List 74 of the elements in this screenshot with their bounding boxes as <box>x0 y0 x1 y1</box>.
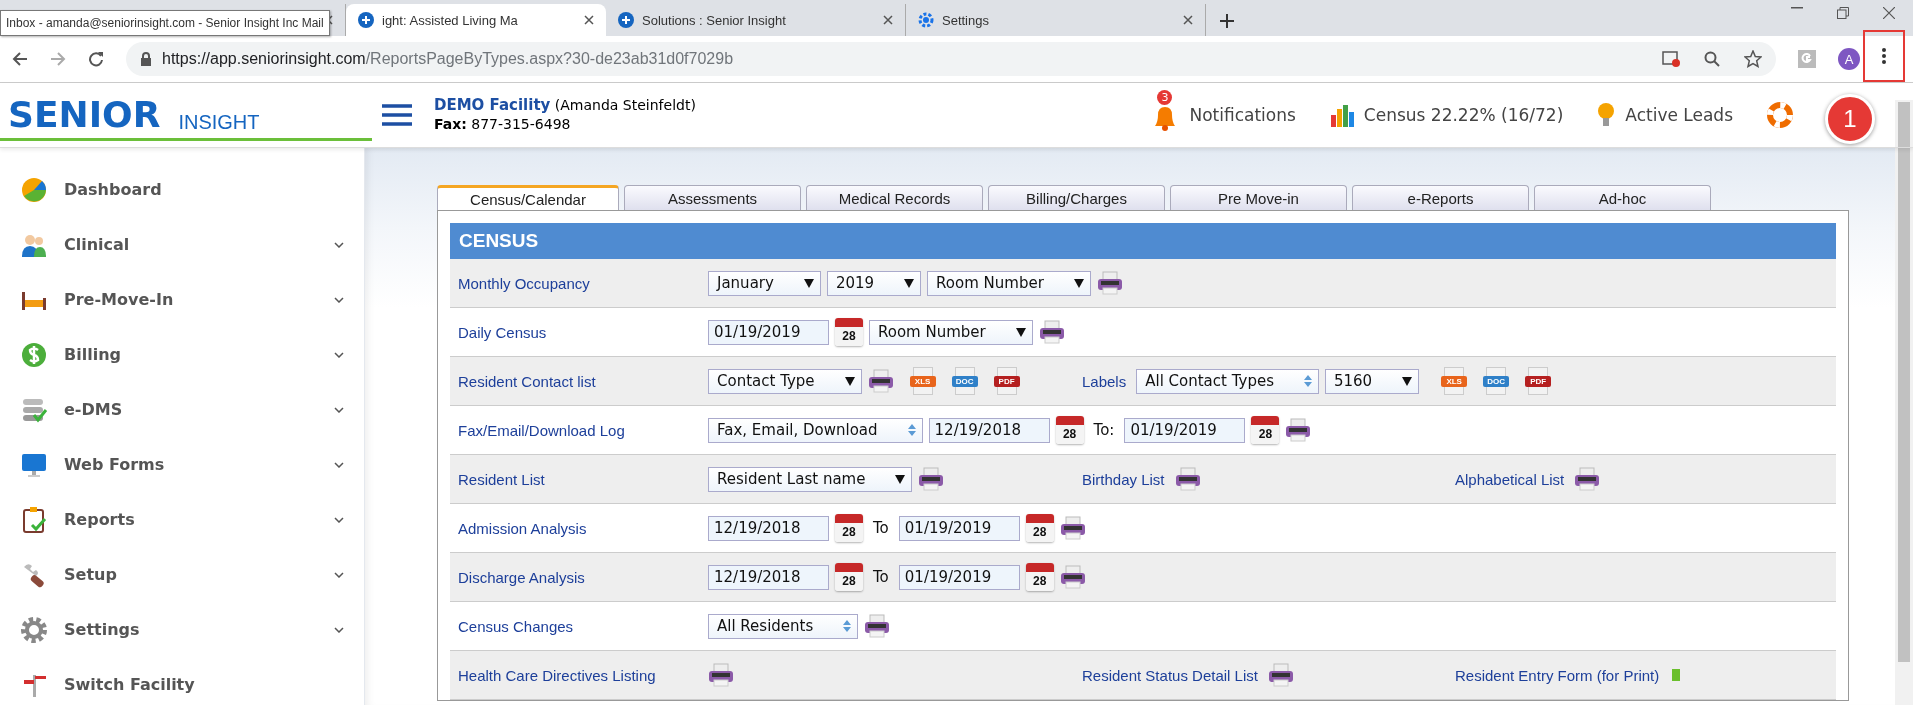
notifications-link[interactable]: Notifications <box>1189 105 1296 125</box>
file-icon[interactable]: PDF <box>993 367 1020 395</box>
report-tab[interactable]: Pre Move-in <box>1170 185 1347 210</box>
dropdown[interactable]: 5160 <box>1324 368 1420 394</box>
profile-avatar[interactable]: A <box>1838 48 1860 70</box>
date-field[interactable]: 01/19/2019 <box>708 319 829 345</box>
dropdown[interactable]: Contact Type <box>708 368 862 394</box>
report-label: Monthly Occupancy <box>457 274 591 292</box>
report-tab[interactable]: Ad-hoc <box>1534 185 1711 210</box>
dropdown[interactable]: All Residents <box>708 613 859 639</box>
dropdown[interactable]: All Contact Types <box>1136 368 1319 394</box>
sidebar-item[interactable]: Settings <box>0 602 364 657</box>
facility-name[interactable]: DEMO Facility <box>434 96 551 114</box>
file-icon[interactable]: DOC <box>1483 367 1510 395</box>
sidebar-item[interactable]: Dashboard <box>0 162 364 217</box>
date-field[interactable]: 12/19/2018 <box>708 564 829 590</box>
date-field[interactable]: 12/19/2018 <box>928 417 1050 443</box>
report-label: Resident List <box>457 470 546 488</box>
url-path: /ReportsPageByTypes.aspx?30-de23ab31d0f7029b <box>365 50 734 67</box>
notification-count: 3 <box>1157 90 1173 105</box>
step-badge: 1 <box>1825 94 1875 144</box>
date-field[interactable]: 01/19/2019 <box>898 564 1020 590</box>
report-tab[interactable]: Billing/Charges <box>988 185 1165 210</box>
report-tab[interactable]: Medical Records <box>806 185 983 210</box>
file-icon[interactable]: DOC <box>951 367 978 395</box>
report-tab[interactable]: Assessments <box>624 185 801 210</box>
to-label: To <box>873 519 889 537</box>
dropdown[interactable]: Room Number <box>927 270 1091 296</box>
sidebar-item[interactable]: Web Forms <box>0 437 364 492</box>
dropdown[interactable]: January <box>708 270 821 296</box>
report-link[interactable]: Resident Status Detail List <box>1082 666 1258 684</box>
dropdown[interactable]: Fax, Email, Download <box>708 417 923 443</box>
dropdown[interactable]: 2019 <box>826 270 922 296</box>
fax-number: Fax: 877-315-6498 <box>434 115 572 134</box>
browser-tab[interactable]: ight: Assisted Living Ma <box>346 4 606 36</box>
census-link[interactable]: Census 22.22% (16/72) <box>1363 105 1564 125</box>
report-label: Admission Analysis <box>457 519 588 537</box>
date-field[interactable]: 01/19/2019 <box>1124 417 1246 443</box>
logo-subtitle: INSIGHT <box>178 111 260 135</box>
sidebar-item[interactable]: Switch Facility <box>0 657 364 705</box>
sidebar-item[interactable]: Reports <box>0 492 364 547</box>
file-icon[interactable]: PDF <box>1525 367 1552 395</box>
to-label: To <box>873 568 889 586</box>
report-link[interactable]: Resident Entry Form (for Print) <box>1455 666 1660 684</box>
sidebar-item[interactable]: Clinical <box>0 217 364 272</box>
report-tab[interactable]: e-Reports <box>1352 185 1529 210</box>
browser-tab[interactable]: Settings <box>906 4 1206 36</box>
report-label: Health Care Directives Listing <box>457 666 657 684</box>
sidebar-item[interactable]: Billing <box>0 327 364 382</box>
address-bar[interactable]: https://app.seniorinsight.com/ReportsPageByTypes.aspx?30-de23ab31d0f7029b <box>126 42 1776 76</box>
to-label: To: <box>1093 421 1115 439</box>
date-field[interactable]: 01/19/2019 <box>898 515 1020 541</box>
url-origin: https://app.seniorinsight.com <box>162 50 366 67</box>
sidebar-item[interactable]: e-DMS <box>0 382 364 437</box>
tooltip: Inbox - amanda@seniorinsight.com - Senior Insight Inc Mail <box>0 10 330 36</box>
user-name: (Amanda Steinfeldt) <box>554 97 696 113</box>
date-field[interactable]: 12/19/2018 <box>708 515 829 541</box>
report-label: Census Changes <box>457 617 575 635</box>
report-link[interactable]: Birthday List <box>1082 470 1165 488</box>
report-label: Fax/Email/Download Log <box>457 421 626 439</box>
report-link[interactable]: Alphabetical List <box>1455 470 1565 488</box>
report-link[interactable]: Labels <box>1082 372 1127 390</box>
dropdown[interactable]: Room Number <box>869 319 1033 345</box>
logo-wordmark: SENIOR <box>8 93 162 137</box>
sidebar-item[interactable]: Pre-Move-In <box>0 272 364 327</box>
browser-tab[interactable]: Solutions : Senior Insight <box>606 4 906 36</box>
report-label: Daily Census <box>457 323 548 341</box>
report-label: Resident Contact list <box>457 372 597 390</box>
active-leads-link[interactable]: Active Leads <box>1625 105 1733 125</box>
report-tab[interactable]: Census/Calendar <box>437 185 619 210</box>
report-label: Discharge Analysis <box>457 568 586 586</box>
section-header: CENSUS <box>450 223 1836 259</box>
dropdown[interactable]: Resident Last name <box>708 466 913 492</box>
sidebar-item[interactable]: Setup <box>0 547 364 602</box>
